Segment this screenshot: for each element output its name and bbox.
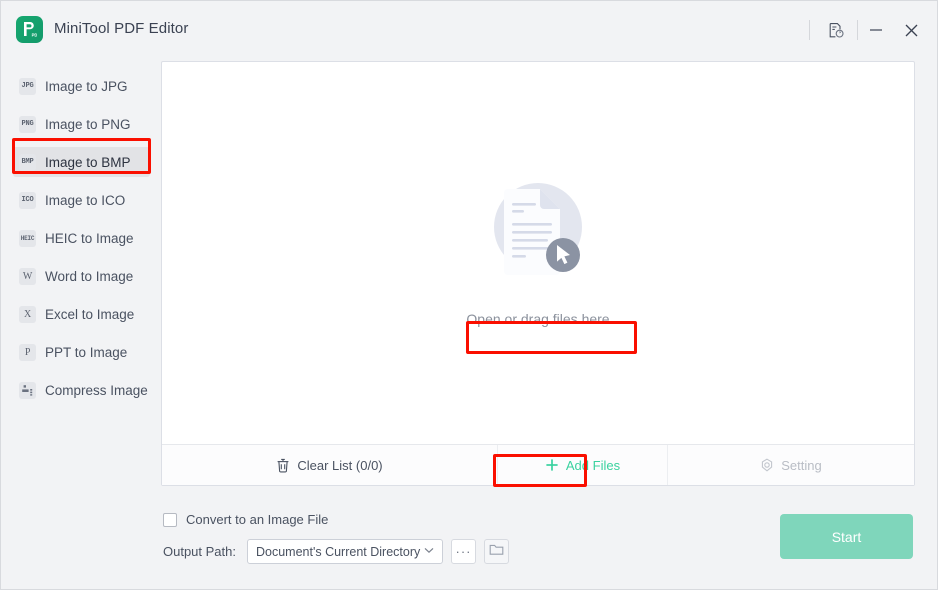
panel-action-bar: Clear List (0/0) Add Files Setting (162, 444, 914, 485)
sidebar-item-compress-image[interactable]: Compress Image (13, 375, 150, 405)
browse-path-button[interactable]: ··· (451, 539, 476, 564)
sidebar-item-image-to-jpg[interactable]: JPG Image to JPG (13, 71, 150, 101)
close-icon[interactable] (894, 15, 928, 45)
logo-p-glyph: PDF (22, 21, 37, 38)
sidebar-item-ppt-to-image[interactable]: P PPT to Image (13, 337, 150, 367)
add-files-label: Add Files (565, 457, 621, 473)
title-bar: PDF MiniTool PDF Editor (1, 1, 937, 59)
sidebar-item-label: Compress Image (45, 382, 148, 398)
sidebar-item-label: Excel to Image (45, 306, 135, 322)
png-icon: PNG (19, 115, 36, 133)
dropzone-text: Open or drag files here (466, 311, 610, 327)
file-dropzone[interactable]: Open or drag files here (162, 62, 914, 442)
sidebar-item-label: Image to PNG (45, 116, 131, 132)
word-icon: W (19, 267, 36, 285)
document-sync-icon[interactable] (819, 15, 853, 45)
sidebar-item-label: Image to ICO (45, 192, 126, 208)
convert-to-image-file-checkbox-row[interactable]: Convert to an Image File (163, 512, 328, 527)
heic-icon: HEIC (19, 229, 36, 247)
svg-text:PDF: PDF (32, 33, 37, 38)
sidebar-item-word-to-image[interactable]: W Word to Image (13, 261, 150, 291)
sidebar-item-label: Word to Image (45, 268, 134, 284)
start-button[interactable]: Start (780, 514, 913, 559)
titlebar-divider-2 (857, 20, 858, 40)
minimize-icon[interactable] (859, 15, 893, 45)
chevron-down-icon (424, 546, 434, 557)
sidebar-item-excel-to-image[interactable]: X Excel to Image (13, 299, 150, 329)
main-panel: Open or drag files here Clear List (0/0) (161, 61, 915, 486)
setting-label: Setting (781, 457, 822, 473)
sidebar-item-label: Image to BMP (45, 154, 131, 170)
excel-icon: X (19, 305, 36, 323)
sidebar: JPG Image to JPG PNG Image to PNG BMP Im… (1, 59, 156, 590)
document-with-cursor-illustration (478, 169, 598, 289)
clear-list-label: Clear List (0/0) (297, 457, 383, 473)
sidebar-item-image-to-png[interactable]: PNG Image to PNG (13, 109, 150, 139)
output-path-label: Output Path: (163, 544, 236, 559)
ppt-icon: P (19, 343, 36, 361)
minitool-pdf-logo: PDF (16, 16, 43, 43)
ico-icon: ICO (19, 191, 36, 209)
sidebar-item-label: HEIC to Image (45, 230, 134, 246)
folder-icon (489, 543, 504, 561)
convert-to-image-file-checkbox[interactable] (163, 512, 177, 527)
sidebar-item-image-to-ico[interactable]: ICO Image to ICO (13, 185, 150, 215)
sidebar-item-label: PPT to Image (45, 344, 128, 360)
ellipsis-icon: ··· (455, 544, 472, 559)
compress-icon (19, 381, 36, 399)
start-button-label: Start (831, 528, 862, 545)
setting-button[interactable]: Setting (668, 445, 914, 485)
sidebar-item-label: Image to JPG (45, 78, 128, 94)
clear-list-button[interactable]: Clear List (0/0) (162, 445, 498, 485)
app-window: PDF MiniTool PDF Editor (0, 0, 938, 590)
output-path-row: Output Path: Document's Current Director… (163, 539, 509, 564)
convert-to-image-file-label: Convert to an Image File (186, 512, 329, 527)
bmp-icon: BMP (19, 153, 36, 171)
add-files-button[interactable]: Add Files (498, 445, 668, 485)
open-folder-button[interactable] (484, 539, 509, 564)
sidebar-item-heic-to-image[interactable]: HEIC HEIC to Image (13, 223, 150, 253)
app-title: MiniTool PDF Editor (54, 20, 189, 37)
gear-icon (760, 458, 774, 472)
sidebar-item-image-to-bmp[interactable]: BMP Image to BMP (13, 147, 150, 177)
trash-icon (276, 458, 290, 473)
output-path-select[interactable]: Document's Current Directory (247, 539, 443, 564)
plus-icon (545, 458, 559, 472)
jpg-icon: JPG (19, 77, 36, 95)
titlebar-divider-1 (809, 20, 810, 40)
output-path-value: Document's Current Directory (256, 544, 421, 559)
